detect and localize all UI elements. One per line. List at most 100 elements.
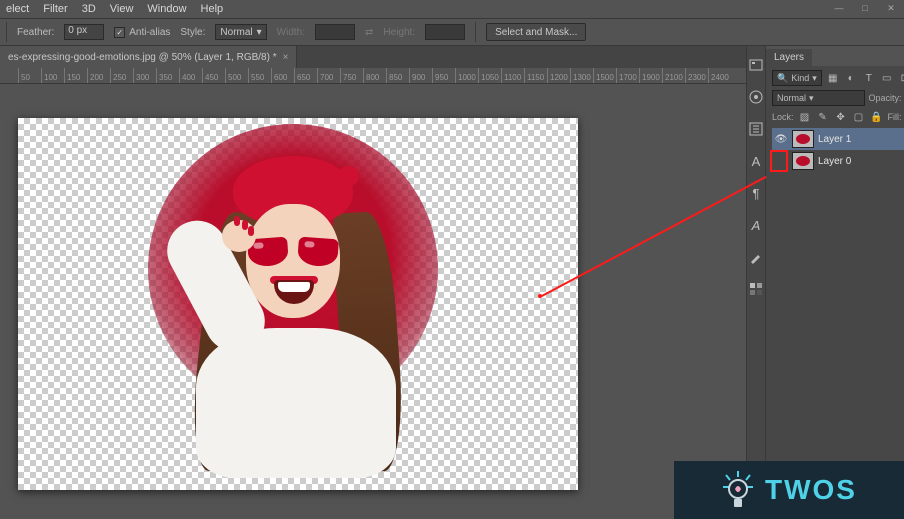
height-input bbox=[425, 24, 465, 40]
antialias-checkbox[interactable]: ✓ Anti-alias bbox=[114, 27, 170, 38]
filter-type-icon[interactable]: T bbox=[862, 71, 876, 85]
ruler-tick: 2400 bbox=[708, 68, 729, 84]
layer-thumbnail[interactable] bbox=[792, 130, 814, 148]
window-controls: — □ ✕ bbox=[826, 0, 904, 16]
glyphs-icon[interactable]: A bbox=[747, 216, 765, 234]
watermark-text: TWOS bbox=[765, 474, 857, 506]
layer-name[interactable]: Layer 0 bbox=[818, 156, 851, 167]
ruler-tick: 650 bbox=[294, 68, 310, 84]
ruler-tick: 900 bbox=[409, 68, 425, 84]
layers-tab[interactable]: Layers bbox=[766, 49, 812, 66]
menu-select[interactable]: elect bbox=[6, 3, 29, 15]
layer-row[interactable]: 👁 Layer 1 bbox=[772, 128, 904, 150]
lightbulb-icon bbox=[721, 469, 755, 511]
options-bar: Feather: 0 px ✓ Anti-alias Style: Normal… bbox=[0, 18, 904, 46]
feather-input[interactable]: 0 px bbox=[64, 24, 104, 40]
menu-window[interactable]: Window bbox=[147, 3, 186, 15]
ruler-tick: 1900 bbox=[639, 68, 660, 84]
ruler-tick: 250 bbox=[110, 68, 126, 84]
annotation-arrow-tail bbox=[538, 294, 542, 298]
color-icon[interactable] bbox=[747, 88, 765, 106]
ruler-tick: 700 bbox=[317, 68, 333, 84]
ruler-tick: 100 bbox=[41, 68, 57, 84]
blend-mode-select[interactable]: Normal ▾ bbox=[772, 90, 865, 106]
ruler-tick: 1200 bbox=[547, 68, 568, 84]
ruler-tick: 1000 bbox=[455, 68, 476, 84]
antialias-label: Anti-alias bbox=[129, 27, 170, 38]
close-button[interactable]: ✕ bbox=[878, 0, 904, 16]
lock-position-icon[interactable]: ✥ bbox=[834, 110, 848, 124]
ruler-tick: 850 bbox=[386, 68, 402, 84]
style-label: Style: bbox=[180, 27, 205, 38]
swatches-icon[interactable] bbox=[747, 280, 765, 298]
character-icon[interactable]: A bbox=[747, 152, 765, 170]
width-label: Width: bbox=[277, 27, 305, 38]
lock-pixels-icon[interactable]: ▨ bbox=[798, 110, 812, 124]
canvas[interactable] bbox=[18, 118, 578, 490]
ruler-tick: 1150 bbox=[524, 68, 544, 84]
menu-help[interactable]: Help bbox=[201, 3, 224, 15]
lock-all-icon[interactable]: 🔒 bbox=[870, 110, 884, 124]
opacity-label: Opacity: bbox=[869, 93, 902, 103]
layers-panel: Layers ≡ 🔍 Kind ▾ ▦ ◐ T ▭ ⊡ Normal ▾ Opa… bbox=[765, 46, 904, 519]
width-input bbox=[315, 24, 355, 40]
swap-icon: ⇄ bbox=[365, 27, 373, 38]
ruler-tick: 1500 bbox=[593, 68, 614, 84]
visibility-toggle[interactable]: 👁 bbox=[774, 134, 788, 145]
menu-bar: elect Filter 3D View Window Help bbox=[0, 0, 904, 18]
ruler-tick: 350 bbox=[156, 68, 172, 84]
lock-brush-icon[interactable]: ✎ bbox=[816, 110, 830, 124]
minimize-button[interactable]: — bbox=[826, 0, 852, 16]
info-icon[interactable] bbox=[747, 120, 765, 138]
style-value: Normal bbox=[220, 27, 252, 38]
lock-label: Lock: bbox=[772, 112, 794, 122]
workspace bbox=[0, 84, 746, 519]
kind-label: Kind bbox=[791, 73, 809, 83]
document-title: es-expressing-good-emotions.jpg @ 50% (L… bbox=[8, 52, 277, 63]
layer-name[interactable]: Layer 1 bbox=[818, 134, 851, 145]
ruler-tick: 400 bbox=[179, 68, 195, 84]
ruler-tick: 2100 bbox=[662, 68, 683, 84]
filter-adjust-icon[interactable]: ◐ bbox=[844, 71, 858, 85]
ruler-tick: 450 bbox=[202, 68, 218, 84]
blend-mode-value: Normal bbox=[777, 93, 806, 103]
filter-pixel-icon[interactable]: ▦ bbox=[826, 71, 840, 85]
ruler-tick: 50 bbox=[18, 68, 30, 84]
right-dock: A ¶ A Layers ≡ 🔍 Kind ▾ ▦ ◐ T ▭ ⊡ Normal… bbox=[746, 46, 904, 519]
ruler-tick: 600 bbox=[271, 68, 287, 84]
ruler-tick: 1050 bbox=[478, 68, 499, 84]
collapsed-panels-strip: A ¶ A bbox=[746, 46, 765, 519]
ruler-tick: 800 bbox=[363, 68, 379, 84]
brush-icon[interactable] bbox=[747, 248, 765, 266]
filter-kind-select[interactable]: 🔍 Kind ▾ bbox=[772, 70, 822, 86]
paragraph-icon[interactable]: ¶ bbox=[747, 184, 765, 202]
filter-shape-icon[interactable]: ▭ bbox=[880, 71, 894, 85]
history-icon[interactable] bbox=[747, 56, 765, 74]
filter-smart-icon[interactable]: ⊡ bbox=[898, 71, 904, 85]
document-tab[interactable]: es-expressing-good-emotions.jpg @ 50% (L… bbox=[0, 46, 297, 68]
ruler-tick: 1100 bbox=[501, 68, 521, 84]
chevron-down-icon: ▾ bbox=[257, 27, 262, 38]
select-and-mask-button[interactable]: Select and Mask... bbox=[486, 23, 586, 41]
ruler-tick: 2300 bbox=[685, 68, 706, 84]
layer-thumbnail[interactable] bbox=[792, 152, 814, 170]
menu-3d[interactable]: 3D bbox=[82, 3, 96, 15]
lock-artboard-icon[interactable]: ▢ bbox=[852, 110, 866, 124]
fill-label: Fill: bbox=[888, 112, 902, 122]
layer-row[interactable]: Layer 0 bbox=[772, 150, 904, 172]
watermark: TWOS bbox=[674, 461, 904, 519]
ruler-tick: 1300 bbox=[570, 68, 591, 84]
ruler-tick: 200 bbox=[87, 68, 103, 84]
menu-view[interactable]: View bbox=[110, 3, 134, 15]
maximize-button[interactable]: □ bbox=[852, 0, 878, 16]
ruler-tick: 950 bbox=[432, 68, 448, 84]
ruler-tick: 300 bbox=[133, 68, 149, 84]
panel-tabs: Layers ≡ bbox=[766, 46, 904, 66]
style-select[interactable]: Normal ▾ bbox=[215, 24, 266, 40]
menu-filter[interactable]: Filter bbox=[43, 3, 67, 15]
close-tab-icon[interactable]: × bbox=[283, 52, 289, 63]
ruler-tick: 550 bbox=[248, 68, 264, 84]
ruler-tick: 1700 bbox=[616, 68, 637, 84]
height-label: Height: bbox=[383, 27, 415, 38]
feather-label: Feather: bbox=[17, 27, 54, 38]
